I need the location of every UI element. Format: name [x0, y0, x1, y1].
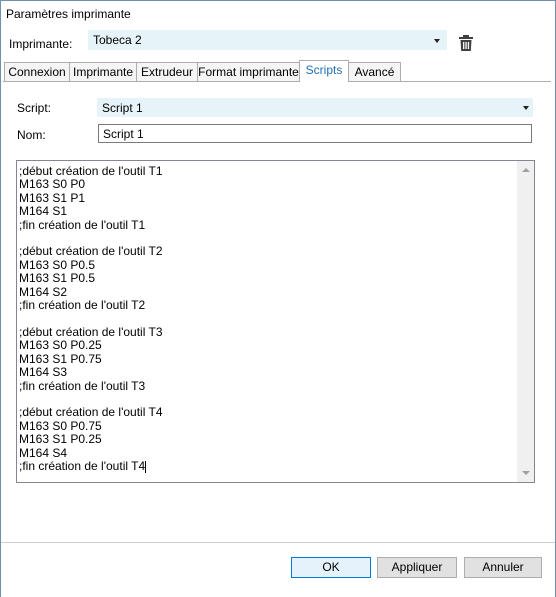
- script-line: M163 S1 P1: [19, 190, 86, 205]
- window-title: Paramètres imprimante: [6, 7, 131, 21]
- tab-label: Format imprimante: [198, 65, 299, 79]
- text-cursor: [145, 460, 147, 473]
- apply-button[interactable]: Appliquer: [377, 557, 457, 578]
- script-line: ;fin création de l'outil T3: [19, 378, 146, 393]
- script-label: Script:: [17, 101, 52, 115]
- name-label: Nom:: [17, 128, 46, 142]
- name-input[interactable]: [98, 124, 532, 143]
- printer-label: Imprimante:: [9, 37, 73, 51]
- title-bar: Paramètres imprimante: [1, 1, 555, 27]
- script-line: ;début création de l'outil T2: [19, 244, 163, 259]
- trash-icon[interactable]: [459, 35, 473, 51]
- editor-scrollbar[interactable]: [517, 161, 534, 482]
- script-line: M164 S1: [19, 204, 68, 219]
- script-line: M163 S1 P0.25: [19, 432, 102, 447]
- cancel-button[interactable]: Annuler: [464, 557, 542, 578]
- tab-imprimante[interactable]: Imprimante: [69, 62, 137, 81]
- script-line: M163 S1 P0.5: [19, 271, 96, 286]
- script-line: ;fin création de l'outil T2: [19, 298, 146, 313]
- tab-extrudeur[interactable]: Extrudeur: [136, 62, 198, 81]
- script-line: M163 S0 P0.5: [19, 257, 96, 272]
- tab-label: Imprimante: [72, 65, 134, 79]
- tab-avance[interactable]: Avancé: [348, 62, 401, 81]
- script-line: M163 S0 P0.75: [19, 418, 102, 433]
- script-line: M163 S1 P0.75: [19, 351, 102, 366]
- script-line: ;début création de l'outil T3: [19, 324, 163, 339]
- script-line: ;fin création de l'outil T1: [19, 217, 146, 232]
- script-line: ;début création de l'outil T1: [19, 165, 163, 178]
- script-line: [19, 393, 515, 406]
- script-line: [19, 312, 515, 325]
- caret-down-icon: [523, 106, 529, 110]
- script-line: ;fin création de l'outil T4: [19, 458, 147, 473]
- ok-button[interactable]: OK: [291, 557, 371, 578]
- script-line: ;début création de l'outil T4: [19, 405, 163, 420]
- script-dropdown[interactable]: Script 1: [97, 98, 533, 117]
- printer-dropdown[interactable]: Tobeca 2: [88, 30, 447, 50]
- script-dropdown-value: Script 1: [102, 101, 143, 115]
- printer-dropdown-value: Tobeca 2: [93, 33, 142, 47]
- tab-connexion[interactable]: Connexion: [4, 62, 70, 81]
- printer-settings-dialog: Paramètres imprimante Imprimante: Tobeca…: [0, 0, 556, 597]
- script-editor[interactable]: ;début création de l'outil T1 M163 S0 P0 M…: [16, 160, 535, 483]
- tab-label: Extrudeur: [140, 65, 194, 79]
- scroll-down-icon[interactable]: [522, 471, 530, 475]
- tab-strip: Connexion Imprimante Extrudeur Format im…: [1, 60, 555, 82]
- script-line: M164 S2: [19, 284, 68, 299]
- tab-scripts[interactable]: Scripts: [299, 60, 349, 82]
- tab-label: Scripts: [305, 63, 343, 77]
- script-line: M164 S3: [19, 365, 68, 380]
- scroll-up-icon[interactable]: [522, 168, 530, 172]
- tab-label: Avancé: [354, 65, 395, 79]
- script-line: M163 S0 P0.25: [19, 338, 102, 353]
- script-line: M163 S0 P0: [19, 177, 86, 192]
- tab-format-imprimante[interactable]: Format imprimante: [197, 62, 300, 81]
- caret-down-icon: [434, 39, 440, 43]
- script-line: [19, 232, 515, 245]
- script-editor-text[interactable]: ;début création de l'outil T1 M163 S0 P0 M…: [19, 165, 515, 479]
- tab-label: Connexion: [8, 65, 66, 79]
- script-line: M164 S4: [19, 445, 68, 460]
